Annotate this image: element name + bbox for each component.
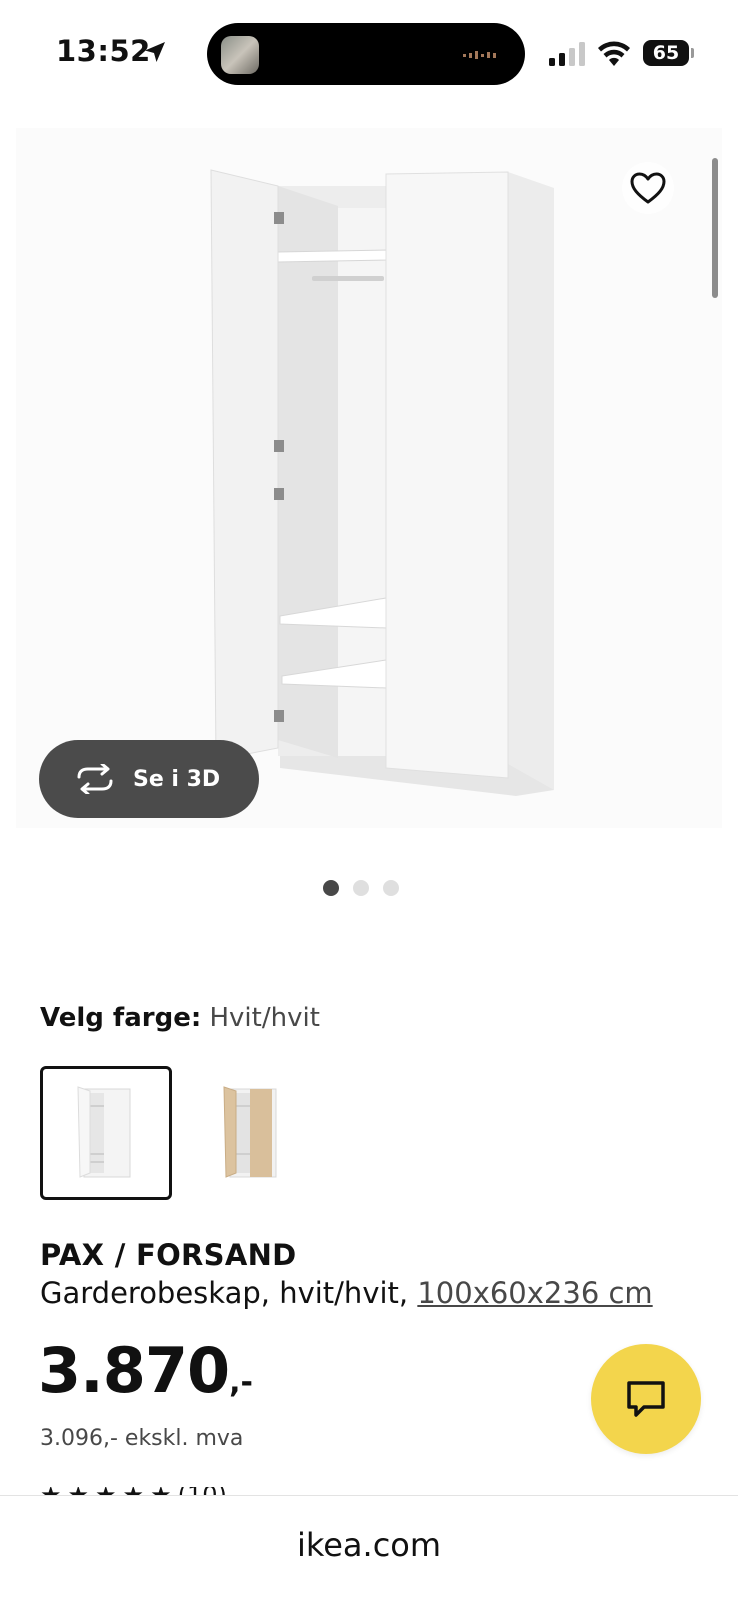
location-arrow-icon — [145, 42, 165, 62]
wardrobe-illustration — [210, 169, 554, 796]
view-in-3d-label: Se i 3D — [133, 766, 221, 792]
carousel-dot[interactable] — [323, 880, 339, 896]
color-swatch-white[interactable] — [40, 1066, 172, 1200]
cellular-signal-icon — [549, 42, 585, 66]
dynamic-island[interactable] — [207, 23, 525, 85]
product-dimensions-link[interactable]: 100x60x236 cm — [417, 1276, 652, 1310]
carousel-dots — [323, 880, 399, 896]
price-suffix: ,- — [229, 1365, 253, 1400]
color-selector-heading: Velg farge: Hvit/hvit — [40, 1003, 320, 1033]
color-swatch-white-oak[interactable] — [186, 1066, 318, 1200]
product-name: PAX / FORSAND — [40, 1238, 297, 1272]
wardrobe-white-thumbnail — [77, 1086, 131, 1178]
heart-icon — [630, 172, 666, 204]
price-excl-vat: 3.096,- ekskl. mva — [40, 1426, 244, 1451]
wifi-icon — [598, 41, 630, 66]
browser-address-bar[interactable]: ikea.com — [0, 1495, 738, 1601]
battery-level: 65 — [643, 40, 689, 66]
page-scrollbar[interactable] — [712, 158, 718, 298]
status-time: 13:52 — [56, 34, 151, 68]
rotate-3d-icon — [77, 764, 113, 794]
favorite-button[interactable] — [622, 162, 674, 214]
product-type: Garderobeskap, hvit/hvit, — [40, 1276, 418, 1310]
wardrobe-oak-thumbnail — [223, 1086, 277, 1178]
carousel-dot[interactable] — [353, 880, 369, 896]
product-price: 3.870,- — [38, 1340, 253, 1402]
view-in-3d-button[interactable]: Se i 3D — [39, 740, 259, 818]
color-value: Hvit/hvit — [201, 1003, 320, 1033]
url-text[interactable]: ikea.com — [0, 1526, 738, 1564]
battery-tip — [691, 48, 694, 58]
color-label: Velg farge: — [40, 1003, 202, 1033]
price-value: 3.870 — [38, 1334, 230, 1407]
battery-indicator: 65 — [643, 40, 694, 66]
product-description: Garderobeskap, hvit/hvit, 100x60x236 cm — [40, 1276, 653, 1310]
status-bar: 13:52 65 — [0, 0, 738, 110]
chat-bubble-icon — [627, 1381, 665, 1417]
carousel-dot[interactable] — [383, 880, 399, 896]
chat-button[interactable] — [591, 1344, 701, 1454]
product-image[interactable] — [16, 128, 722, 828]
facetime-avatar-icon — [221, 36, 259, 74]
audio-wave-icon — [463, 51, 496, 59]
